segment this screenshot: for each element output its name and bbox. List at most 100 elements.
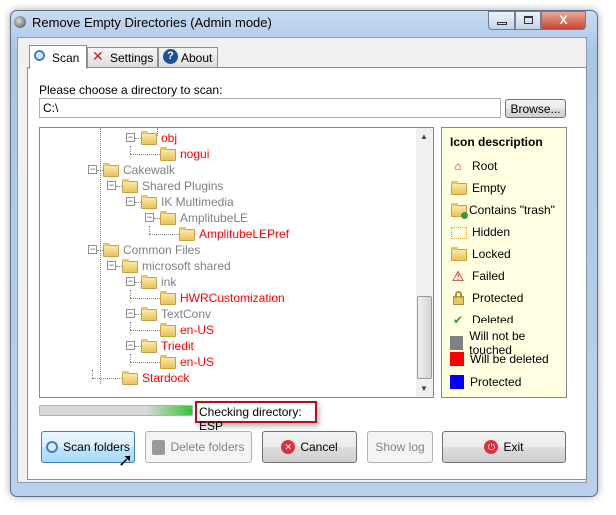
tree-node[interactable]: obj: [161, 130, 177, 146]
locked-folder-icon: [450, 247, 467, 261]
tab-label: About: [181, 51, 213, 65]
legend-failed: ⚠ Failed: [450, 269, 505, 283]
legend-protected-icon: Protected: [450, 291, 523, 305]
delete-folders-button[interactable]: Delete folders: [145, 431, 252, 463]
tree-scrollbar[interactable]: ▲ ▼: [416, 128, 433, 397]
tree-node[interactable]: Triedit: [161, 338, 194, 354]
button-label: Exit: [503, 440, 524, 454]
tree-connector: [149, 226, 150, 234]
gray-swatch: [450, 336, 464, 350]
folder-icon: [160, 355, 176, 369]
legend-label: Deleted: [472, 313, 514, 323]
legend-empty: Empty: [450, 181, 506, 195]
magnifier-icon: [34, 50, 45, 61]
directory-input[interactable]: C:\: [39, 98, 501, 118]
legend-label: Protected: [472, 291, 524, 305]
show-log-button[interactable]: Show log: [367, 431, 433, 463]
tools-icon: ✕: [92, 48, 104, 64]
legend-root: ⌂ Root: [450, 159, 497, 173]
folder-trash-icon: [450, 203, 468, 219]
icon-legend: Icon description ⌂ Root Empty Contains "t…: [441, 127, 567, 398]
folder-icon: [160, 211, 176, 225]
tree-node[interactable]: Common Files: [123, 242, 200, 258]
trash-icon: [152, 439, 166, 455]
tree-node[interactable]: ink: [161, 274, 176, 290]
window-title: Remove Empty Directories (Admin mode): [32, 15, 272, 30]
tree-node[interactable]: HWRCustomization: [180, 290, 285, 306]
tree-node[interactable]: Stardock: [142, 370, 189, 386]
expand-collapse-toggle[interactable]: −: [88, 245, 97, 254]
legend-title: Icon description: [450, 135, 543, 149]
expand-collapse-toggle[interactable]: −: [126, 277, 135, 286]
status-text: Checking directory: ESP: [195, 401, 317, 433]
tree-connector: [157, 128, 158, 136]
tree-node[interactable]: microsoft shared: [142, 258, 231, 274]
legend-hidden: Hidden: [450, 225, 510, 239]
maximize-button[interactable]: [515, 11, 541, 30]
folder-icon: [141, 307, 157, 321]
tree-connector: [130, 154, 160, 155]
scroll-thumb[interactable]: [417, 296, 432, 379]
folder-icon: [160, 291, 176, 305]
tree-node[interactable]: Shared Plugins: [142, 178, 223, 194]
legend-label: Locked: [472, 247, 511, 261]
folder-icon: [160, 147, 176, 161]
legend-swatch-protected: Protected: [450, 375, 521, 389]
expand-collapse-toggle[interactable]: −: [126, 341, 135, 350]
power-icon: ⏻: [484, 440, 499, 454]
magnifier-icon: [46, 441, 59, 453]
red-swatch: [450, 352, 464, 366]
expand-collapse-toggle[interactable]: −: [107, 181, 116, 190]
tree-node[interactable]: AmplitubeLE: [180, 210, 248, 226]
tree-connector: [100, 128, 101, 384]
tab-scan[interactable]: Scan: [29, 45, 87, 69]
close-button[interactable]: X: [541, 11, 586, 30]
legend-label: Empty: [472, 181, 507, 195]
legend-label: Contains "trash": [469, 203, 555, 217]
tab-about[interactable]: ? About: [158, 47, 218, 68]
house-icon: ⌂: [454, 159, 462, 173]
legend-label: Protected: [470, 375, 522, 389]
tree-node[interactable]: en-US: [180, 322, 214, 338]
folder-icon: [179, 227, 195, 241]
folder-icon: [141, 131, 157, 145]
minimize-button[interactable]: [488, 11, 515, 30]
legend-label: Will be deleted: [470, 352, 549, 366]
button-label: Delete folders: [170, 440, 245, 454]
exit-button[interactable]: ⏻ Exit: [442, 431, 566, 463]
browse-button[interactable]: Browse...: [505, 99, 566, 118]
mouse-cursor-icon: ➚: [118, 450, 134, 470]
scan-progress-bar: [39, 405, 193, 416]
button-label: Cancel: [300, 440, 338, 454]
tree-node[interactable]: nogui: [180, 146, 209, 162]
tab-settings[interactable]: ✕ Settings: [87, 47, 158, 68]
folder-icon: [122, 179, 138, 193]
help-icon: ?: [163, 49, 178, 64]
directory-prompt: Please choose a directory to scan:: [39, 83, 223, 97]
folder-icon: [103, 163, 119, 177]
expand-collapse-toggle[interactable]: −: [126, 309, 135, 318]
legend-label: Hidden: [472, 225, 511, 239]
tab-label: Settings: [110, 51, 154, 65]
expand-collapse-toggle[interactable]: −: [126, 197, 135, 206]
scroll-down-icon[interactable]: ▼: [420, 384, 428, 393]
folder-tree[interactable]: ▲ ▼ − obj nogui − Cakewalk − Shared Plugins − IK…: [39, 127, 434, 398]
tree-node[interactable]: TextConv: [161, 306, 211, 322]
tree-connector: [130, 322, 131, 330]
checkmark-icon: ✔: [452, 313, 464, 323]
tree-node[interactable]: Cakewalk: [123, 162, 175, 178]
expand-collapse-toggle[interactable]: −: [145, 213, 154, 222]
tree-node[interactable]: en-US: [180, 354, 214, 370]
scroll-up-icon[interactable]: ▲: [420, 132, 428, 141]
legend-label: Failed: [472, 269, 505, 283]
legend-locked: Locked: [450, 247, 511, 261]
legend-deleted: ✔ Deleted: [450, 313, 513, 323]
expand-collapse-toggle[interactable]: −: [126, 133, 135, 142]
cancel-button[interactable]: ✕ Cancel: [262, 431, 357, 463]
tree-connector: [92, 370, 93, 378]
tree-node[interactable]: IK Multimedia: [161, 194, 234, 210]
tree-node[interactable]: AmplitubeLEPref: [199, 226, 289, 242]
tree-connector: [92, 378, 122, 379]
expand-collapse-toggle[interactable]: −: [107, 261, 116, 270]
expand-collapse-toggle[interactable]: −: [88, 165, 97, 174]
